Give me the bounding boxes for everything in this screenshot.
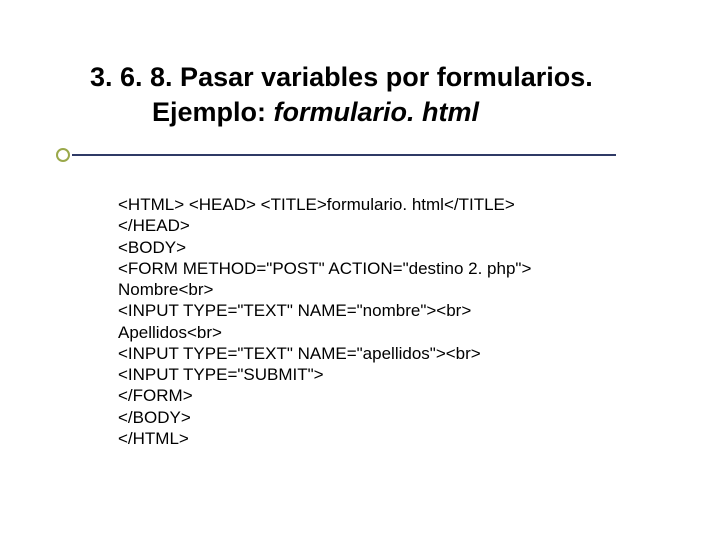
slide: 3. 6. 8. Pasar variables por formularios…	[0, 0, 720, 540]
code-line: </FORM>	[118, 386, 193, 405]
code-line: <HTML> <HEAD> <TITLE>formulario. html</T…	[118, 195, 515, 214]
title-divider	[56, 148, 616, 162]
title-line-2-italic: formulario. html	[274, 97, 480, 127]
code-line: <INPUT TYPE="TEXT" NAME="apellidos"><br>	[118, 344, 481, 363]
title-line-1: 3. 6. 8. Pasar variables por formularios…	[90, 60, 650, 95]
code-line: </HEAD>	[118, 216, 190, 235]
code-line: Nombre<br>	[118, 280, 213, 299]
code-line: <INPUT TYPE="SUBMIT">	[118, 365, 324, 384]
code-line: </BODY>	[118, 408, 191, 427]
divider-line	[72, 154, 616, 156]
code-line: Apellidos<br>	[118, 323, 222, 342]
title-line-2: Ejemplo: formulario. html	[90, 95, 650, 130]
bullet-icon	[56, 148, 70, 162]
code-line: <BODY>	[118, 238, 186, 257]
code-block: <HTML> <HEAD> <TITLE>formulario. html</T…	[118, 194, 720, 449]
slide-title: 3. 6. 8. Pasar variables por formularios…	[0, 60, 720, 130]
title-line-2-prefix: Ejemplo:	[152, 97, 274, 127]
code-line: </HTML>	[118, 429, 189, 448]
code-line: <FORM METHOD="POST" ACTION="destino 2. p…	[118, 259, 531, 278]
code-line: <INPUT TYPE="TEXT" NAME="nombre"><br>	[118, 301, 471, 320]
